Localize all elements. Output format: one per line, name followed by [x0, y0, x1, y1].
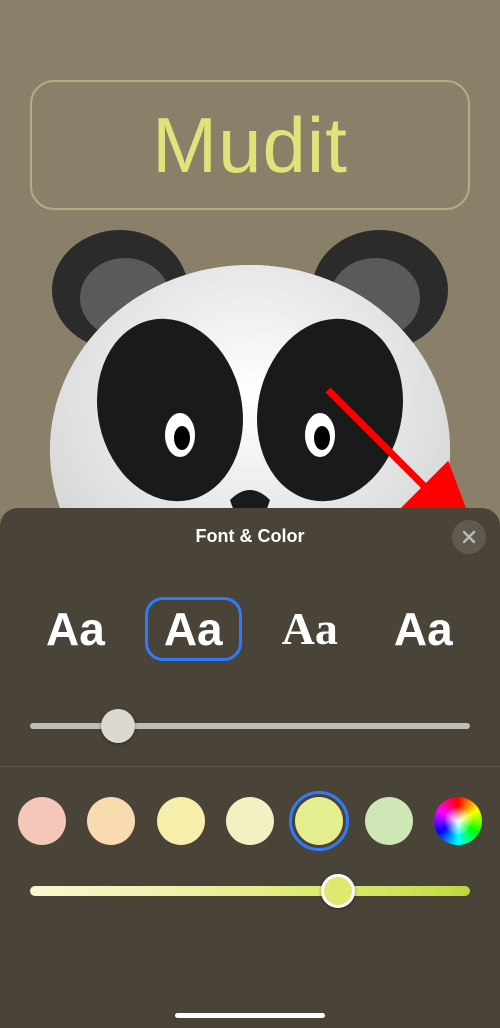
close-icon: [462, 530, 476, 544]
font-options-row: Aa Aa Aa Aa: [0, 556, 500, 672]
color-swatch-0[interactable]: [18, 797, 66, 845]
sheet-header: Font & Color: [0, 526, 500, 556]
slider-track: [30, 886, 470, 896]
color-swatch-3[interactable]: [226, 797, 274, 845]
color-swatch-4[interactable]: [295, 797, 343, 845]
contact-name-field[interactable]: Mudit: [30, 80, 470, 210]
color-wheel-icon[interactable]: [434, 797, 482, 845]
font-option-3[interactable]: Aa: [378, 596, 469, 662]
contact-poster-editor: Mudit: [0, 0, 500, 1028]
slider-thumb[interactable]: [101, 709, 135, 743]
font-option-0[interactable]: Aa: [30, 596, 121, 662]
slider-track: [30, 723, 470, 729]
font-weight-slider[interactable]: [30, 712, 470, 740]
font-color-sheet: Font & Color Aa Aa Aa Aa: [0, 508, 500, 1028]
sheet-title: Font & Color: [196, 526, 305, 546]
slider-thumb[interactable]: [321, 874, 355, 908]
color-swatch-2[interactable]: [157, 797, 205, 845]
color-hue-slider[interactable]: [30, 877, 470, 905]
font-option-1[interactable]: Aa: [145, 597, 242, 661]
color-swatch-row: [0, 767, 500, 855]
color-swatch-1[interactable]: [87, 797, 135, 845]
font-option-2[interactable]: Aa: [266, 596, 354, 662]
color-swatch-5[interactable]: [365, 797, 413, 845]
contact-name-text: Mudit: [152, 100, 348, 191]
close-button[interactable]: [452, 520, 486, 554]
home-indicator[interactable]: [175, 1013, 325, 1018]
